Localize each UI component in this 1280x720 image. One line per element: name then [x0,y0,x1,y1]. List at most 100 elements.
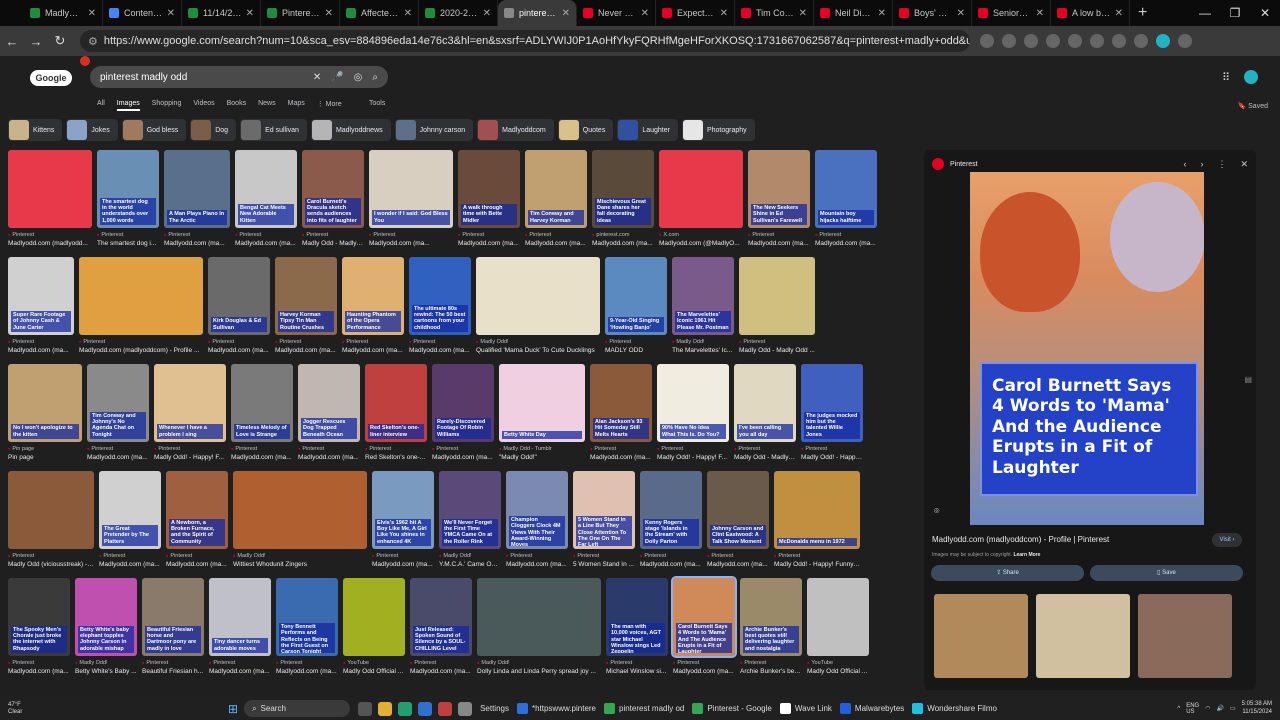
tab-close-icon[interactable]: ✕ [1036,8,1044,19]
refinement-chip[interactable]: Madlyoddcom [477,119,554,141]
result-source[interactable]: Pinterest [342,339,404,345]
related-image[interactable] [1138,594,1232,678]
tab-close-icon[interactable]: ✕ [325,8,333,19]
image-result[interactable]: 5 Women Stand in a Line But They Close A… [573,471,635,568]
result-thumbnail[interactable]: Mischievous Great Dane shares her fall d… [592,150,654,228]
result-source[interactable]: X.com [659,232,743,238]
tools-button[interactable]: Tools [369,100,385,107]
apps-grid-icon[interactable]: ⠿ [1222,71,1234,84]
search-box[interactable]: pinterest madly odd ✕ 🎤 ◎ ⌕ [90,66,388,88]
image-result[interactable]: Mountain boy hijacks halftime Pinterest Ma… [815,150,877,247]
search-icon[interactable]: ⌕ [372,72,378,83]
image-result[interactable]: 90% Have No Idea What This Is. Do You? Pi… [657,364,729,461]
image-result[interactable]: Elvis's 1962 hit A Boy Like Me, A Girl L… [372,471,434,568]
filter-tab-books[interactable]: Books [227,100,246,111]
result-title[interactable]: Madlyodd.com (@MadlyO... [659,240,743,247]
image-result[interactable]: Mischievous Great Dane shares her fall d… [592,150,654,247]
battery-icon[interactable]: ▭ [1230,705,1236,712]
result-title[interactable]: Madlyodd.com (ma... [231,454,293,461]
taskbar-app[interactable]: Wave Link [779,703,832,714]
result-source[interactable]: Pinterest [365,446,427,452]
result-source[interactable]: Madly Odd! [477,660,601,666]
image-result[interactable]: Tim Conway and Johnny's No Agenda Chat o… [87,364,149,461]
result-source[interactable]: Pinterest [657,446,729,452]
taskbar-settings[interactable]: Settings [480,704,509,713]
result-thumbnail[interactable]: Alan Jackson's 93 Hit Someday Still Melt… [590,364,652,442]
result-thumbnail[interactable] [8,471,94,549]
taskbar-app[interactable]: Malwarebytes [839,703,904,714]
browser-tab[interactable]: Pinterest Risi ✕ [261,0,340,26]
result-source[interactable]: Madly Odd! [476,339,600,345]
refinement-chip[interactable]: God bless [121,119,187,141]
preview-image[interactable]: Carol Burnett Says 4 Words to 'Mama' And… [970,172,1204,525]
result-title[interactable]: Madlyodd.com (ma... [458,240,520,247]
image-result[interactable]: Pinterest Madlyodd.com (madlyodd... [8,150,92,247]
result-thumbnail[interactable]: The judges mocked him but the talented W… [801,364,863,442]
result-title[interactable]: Madlyodd.com (ma... [8,347,74,354]
profile-icon[interactable] [1156,34,1170,48]
result-thumbnail[interactable]: We'll Never Forget the First Time YMCA C… [439,471,501,549]
previous-icon[interactable]: ‹ [1183,159,1186,170]
filter-tab-more[interactable]: ⋮ More [317,100,342,111]
result-source[interactable]: Pinterest [87,446,149,452]
refinement-chip[interactable]: Ed sullivan [240,119,307,141]
filter-tab-images[interactable]: Images [116,100,140,111]
result-title[interactable]: Madly Odd! - Happy! F... [154,454,226,461]
result-source[interactable]: Pinterest [275,339,337,345]
result-thumbnail[interactable]: Betty White's baby elephant topples John… [75,578,137,656]
result-thumbnail[interactable]: Kenny Rogers stage 'Islands in the Strea… [640,471,702,549]
result-title[interactable]: Madlyodd.com (ma... [592,240,654,247]
image-result[interactable]: The New Seekers Shine in Ed Sullivan's F… [748,150,810,247]
image-result[interactable]: Super Rare Footage of Johnny Cash & June… [8,257,74,354]
result-thumbnail[interactable]: The man with 10,000 voices, AGT star Mic… [606,578,668,656]
volume-icon[interactable]: 🔊 [1216,705,1223,712]
image-result[interactable]: The Marvelettes' Iconic 1961 Hit Please … [672,257,734,354]
settings-icon[interactable] [458,701,473,716]
image-result[interactable]: Red Skelton's one-liner interview Pintere… [365,364,427,461]
image-result[interactable]: Carol Burnett's Dracula sketch sends aud… [302,150,364,247]
tab-close-icon[interactable]: ✕ [957,8,965,19]
result-thumbnail[interactable]: Elvis's 1962 hit A Boy Like Me, A Girl L… [372,471,434,549]
result-title[interactable]: Y.M.C.A.' Came On ... [439,561,501,568]
result-title[interactable]: The Marvelettes' Ic... [672,347,734,354]
result-title[interactable]: Madlyodd.com (ma... [87,454,149,461]
result-title[interactable]: Madlyodd.com (ma... [369,240,453,247]
image-result[interactable]: McDonalds menu in 1972 Pinterest Madly Odd… [774,471,860,568]
result-title[interactable]: Madlyodd.com (ma... [673,668,735,675]
result-source[interactable]: Pinterest [8,660,70,666]
result-thumbnail[interactable]: Tim Conway and Johnny's No Agenda Chat o… [87,364,149,442]
extension-icon[interactable] [1046,34,1060,48]
image-result[interactable]: Bengal Cat Meets New Adorable Kitten Pint… [235,150,297,247]
result-source[interactable]: YouTube [807,660,869,666]
result-thumbnail[interactable]: Rarely-Discovered Footage Of Robin Willi… [432,364,494,442]
result-title[interactable]: Madlyodd.com (ma... [410,668,472,675]
close-icon[interactable]: ✕ [1240,159,1248,170]
app-icon[interactable] [438,701,453,716]
result-thumbnail[interactable]: 5 Women Stand in a Line But They Close A… [573,471,635,549]
app-icon[interactable] [398,701,413,716]
browser-tab[interactable]: 2020-2024 D ✕ [419,0,498,26]
image-result[interactable]: Jogger Rescues Dog Trapped Beneath Ocean… [298,364,360,461]
result-thumbnail[interactable]: Just Released: Spoken Sound of Silence b… [410,578,472,656]
language-indicator[interactable]: ENG US [1186,703,1199,715]
image-result[interactable]: Timeless Melody of Love is Strange Pinter… [231,364,293,461]
browser-tab[interactable]: Never Heard ✕ [577,0,656,26]
result-source[interactable]: Pinterest [734,446,796,452]
image-result[interactable]: The ultimate 80s rewind: The 50 best car… [409,257,471,354]
result-thumbnail[interactable]: The ultimate 80s rewind: The 50 best car… [409,257,471,335]
result-source[interactable]: Pinterest [8,232,92,238]
result-thumbnail[interactable] [659,150,743,228]
filter-tab-news[interactable]: News [258,100,276,111]
lens-search-icon[interactable]: ⌾ [934,506,939,517]
image-result[interactable]: Haunting Phantom of the Opera Performanc… [342,257,404,354]
result-title[interactable]: Madlyodd.com (ma... [525,240,587,247]
learn-more-link[interactable]: Learn More [1013,552,1040,558]
result-title[interactable]: Madlyodd.com (ma... [590,454,652,461]
result-title[interactable]: Madlyodd.com (madlyoddcom) - Profile ... [79,347,203,354]
extension-icon[interactable] [1068,34,1082,48]
refinement-chip[interactable]: Dog [190,119,237,141]
tab-close-icon[interactable]: ✕ [404,8,412,19]
tab-close-icon[interactable]: ✕ [641,8,649,19]
result-thumbnail[interactable]: Haunting Phantom of the Opera Performanc… [342,257,404,335]
share-button[interactable]: ⇪ Share [931,565,1084,581]
